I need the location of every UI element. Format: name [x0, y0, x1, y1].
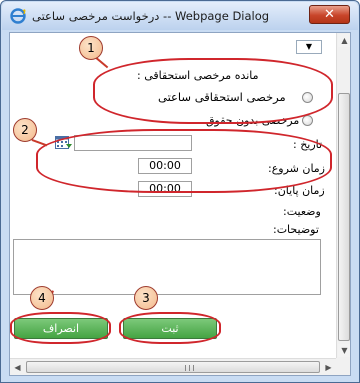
close-button[interactable]: ✕ — [309, 5, 350, 24]
vertical-scrollbar[interactable]: ▲ ▼ — [336, 33, 350, 358]
scroll-left-arrow-icon[interactable]: ◀ — [11, 361, 24, 374]
scroll-up-arrow-icon[interactable]: ▲ — [338, 34, 350, 47]
annotation-highlight-date-time — [36, 129, 332, 193]
horizontal-scrollbar[interactable]: ◀ ▶ — [10, 358, 336, 375]
status-label: وضعیت: — [283, 205, 321, 218]
scroll-down-arrow-icon[interactable]: ▼ — [338, 344, 350, 357]
annotation-highlight-leave-type — [93, 58, 333, 124]
annotation-highlight-submit — [119, 312, 221, 344]
radio-unpaid[interactable] — [302, 115, 313, 126]
vertical-scroll-thumb[interactable] — [338, 93, 350, 341]
annotation-badge-3: 3 — [134, 286, 158, 310]
ie-icon — [10, 8, 26, 24]
description-textarea[interactable] — [13, 239, 321, 295]
dialog-window: درخواست مرخصی ساعتی -- Webpage Dialog ✕ … — [0, 0, 360, 383]
description-label: توضیحات: — [273, 223, 319, 236]
scroll-right-arrow-icon[interactable]: ▶ — [322, 361, 335, 374]
window-title: درخواست مرخصی ساعتی -- Webpage Dialog — [32, 9, 270, 23]
scroll-grip-icon — [185, 365, 194, 371]
annotation-badge-2: 2 — [13, 118, 37, 142]
scrollbar-corner — [336, 358, 350, 375]
annotation-badge-4: 4 — [30, 286, 54, 310]
annotation-leader-2 — [31, 139, 48, 146]
title-bar[interactable]: درخواست مرخصی ساعتی -- Webpage Dialog ✕ — [2, 2, 358, 30]
annotation-highlight-cancel — [10, 312, 111, 344]
dialog-content: ▼ مانده مرخصی استحقاقی : مرخصی استحقاقی … — [9, 32, 351, 376]
horizontal-scroll-thumb[interactable] — [26, 361, 320, 373]
annotation-badge-1: 1 — [79, 36, 103, 60]
dropdown-select[interactable]: ▼ — [296, 40, 322, 54]
